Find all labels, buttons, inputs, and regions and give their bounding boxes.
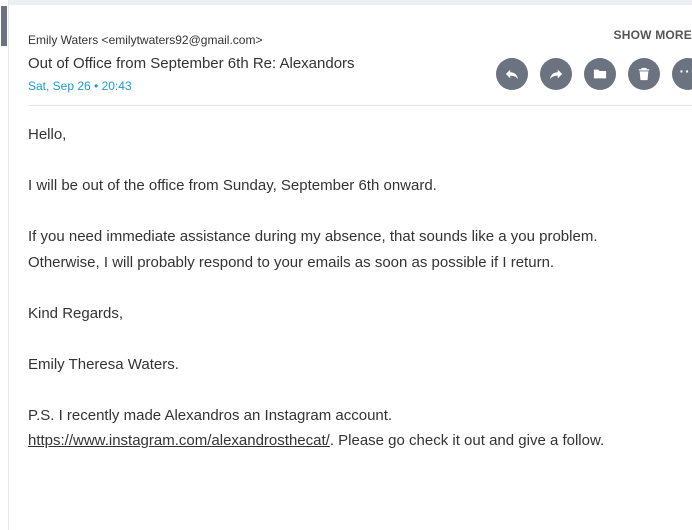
body-paragraph: I will be out of the office from Sunday,… xyxy=(28,177,437,194)
body-paragraph: If you need immediate assistance during … xyxy=(28,228,598,271)
scroll-indicator[interactable] xyxy=(1,6,7,46)
more-options-button[interactable]: ··· xyxy=(672,58,692,90)
folder-icon xyxy=(593,69,607,79)
delete-button[interactable] xyxy=(628,58,660,90)
closing: Kind Regards, xyxy=(28,304,124,322)
top-bar xyxy=(0,0,692,5)
ps-prefix: P.S. I recently made Alexandros an Insta… xyxy=(28,406,393,424)
postscript: P.S. I recently made Alexandros an Insta… xyxy=(28,403,658,454)
greeting: Hello, xyxy=(28,126,67,143)
reply-button[interactable] xyxy=(496,58,528,90)
sender: Emily Waters <emilytwaters92@gmail.com> xyxy=(28,33,263,47)
instagram-link[interactable]: https://www.instagram.com/alexandrosthec… xyxy=(28,432,330,449)
more-icon: ··· xyxy=(679,63,692,79)
email-header: Emily Waters <emilytwaters92@gmail.com> … xyxy=(28,28,692,106)
email-subject: Out of Office from September 6th Re: Ale… xyxy=(28,55,355,72)
reply-icon xyxy=(505,69,519,80)
signature: Emily Theresa Waters. xyxy=(28,355,179,373)
trash-icon xyxy=(638,67,650,81)
left-rail xyxy=(0,0,9,530)
email-date: Sat, Sep 26 • 20:43 xyxy=(28,79,132,93)
forward-icon xyxy=(549,69,563,80)
email-body: Hello, I will be out of the office from … xyxy=(28,122,658,479)
move-to-folder-button[interactable] xyxy=(584,58,616,90)
forward-button[interactable] xyxy=(540,58,572,90)
ps-suffix: . Please go check it out and give a foll… xyxy=(329,432,605,449)
show-more-button[interactable]: SHOW MORE xyxy=(614,28,692,42)
